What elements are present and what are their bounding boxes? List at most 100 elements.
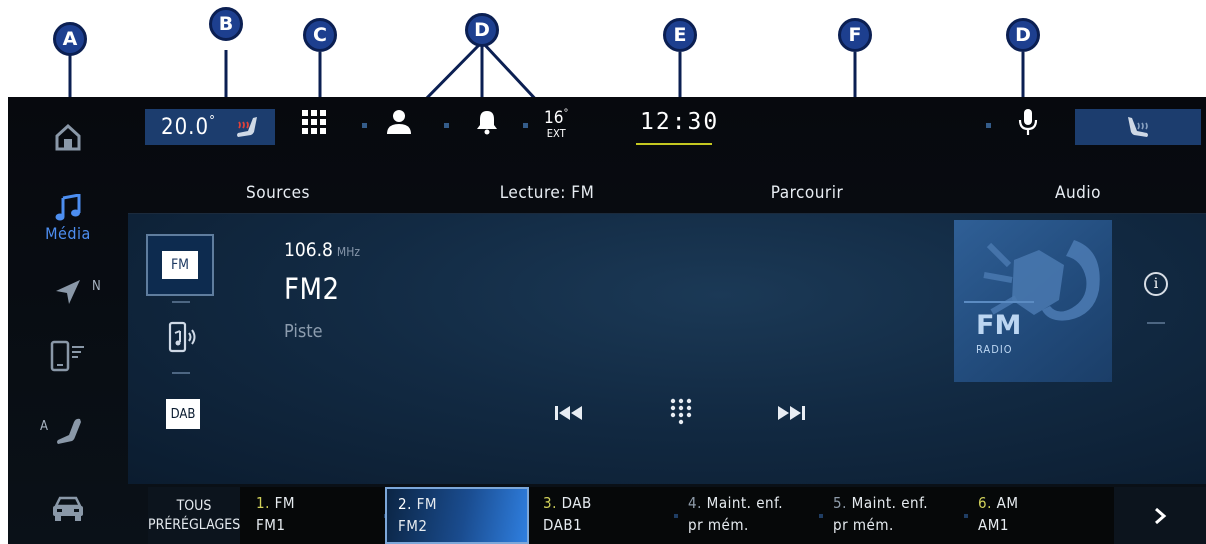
skip-next-icon	[778, 406, 805, 420]
tab-lecture-fm[interactable]: Lecture: FM	[483, 183, 611, 203]
preset-name: pr mém.	[688, 515, 749, 534]
skip-previous-icon	[555, 406, 582, 420]
station-name: FM2	[284, 272, 340, 306]
heated-seat-icon	[236, 117, 257, 137]
music-note-icon	[55, 193, 81, 220]
preset-5[interactable]: 5. Maint. enf. pr mém.	[821, 487, 965, 544]
apps-grid-button[interactable]	[302, 110, 326, 138]
presets-bar: TOUS PRÉRÉGLAGES 1. FM FM1 2. FM FM2 3. …	[148, 487, 1206, 544]
climate-temperature-button[interactable]: 20.0 °	[145, 109, 275, 145]
preset-number: 6.	[978, 494, 992, 512]
artwork-title: FM	[976, 310, 1022, 341]
artwork-subtitle: RADIO	[976, 343, 1013, 356]
navigation-north-label: N	[92, 279, 101, 294]
rail-item-home[interactable]	[8, 109, 128, 165]
keypad-button[interactable]	[670, 398, 692, 430]
passenger-heated-seat-icon	[1128, 117, 1148, 137]
apps-grid-icon	[302, 110, 326, 134]
callout-marker-e: E	[663, 18, 697, 52]
drive-mode-auto-label: A	[40, 419, 48, 434]
tab-parcourir[interactable]: Parcourir	[748, 183, 866, 203]
outside-temperature-label: EXT	[546, 126, 566, 140]
phone-projection-icon	[50, 340, 84, 372]
outside-temperature-unit: °	[563, 106, 569, 119]
chevron-right-icon	[1155, 507, 1167, 524]
callout-marker-f: F	[838, 18, 872, 52]
preset-band: DAB	[561, 494, 592, 512]
source-fm-label: FM	[162, 251, 198, 279]
all-presets-line2: PRÉRÉGLAGES	[148, 516, 241, 533]
status-separator	[523, 123, 528, 128]
left-rail: Média N A	[8, 97, 128, 544]
status-separator	[986, 123, 991, 128]
user-profile-button[interactable]	[386, 109, 412, 139]
preset-name: FM2	[398, 516, 428, 535]
rail-item-media[interactable]: Média	[8, 187, 128, 249]
source-bluetooth-audio-button[interactable]	[168, 321, 198, 359]
rail-item-navigation[interactable]: N	[8, 267, 128, 317]
preset-number: 1.	[256, 494, 270, 512]
notification-bell-icon	[477, 111, 497, 135]
frequency-readout: 106.8 MHz	[284, 239, 360, 261]
presets-next-button[interactable]	[1114, 487, 1206, 544]
source-fm-button[interactable]: FM	[146, 234, 214, 296]
source-divider	[172, 301, 190, 303]
seat-adjust-icon	[57, 418, 81, 444]
preset-band: Maint. enf.	[851, 494, 929, 512]
preset-3[interactable]: 3. DAB DAB1	[531, 487, 675, 544]
preset-name: pr mém.	[833, 515, 894, 534]
preset-number: 5.	[833, 494, 847, 512]
scorpion-logo-icon	[964, 240, 1100, 321]
callout-marker-c: C	[303, 18, 337, 52]
preset-band: AM	[996, 494, 1019, 512]
outside-temperature-value: 16	[544, 107, 564, 128]
keypad-icon	[670, 398, 692, 425]
next-track-button[interactable]	[775, 404, 805, 426]
bluetooth-audio-icon	[168, 321, 196, 353]
cabin-temperature: 20.0	[161, 114, 210, 140]
tab-sources[interactable]: Sources	[228, 183, 328, 203]
outside-temperature: 16° EXT	[544, 107, 568, 139]
frequency-unit: MHz	[336, 245, 361, 259]
preset-band: Maint. enf.	[706, 494, 784, 512]
status-bar: 20.0 ° 16° EXT 12:30	[128, 97, 1206, 167]
preset-number: 4.	[688, 494, 702, 512]
preset-4[interactable]: 4. Maint. enf. pr mém.	[676, 487, 820, 544]
navigation-arrow-icon	[56, 280, 80, 304]
callout-marker-a: A	[53, 22, 87, 56]
notifications-button[interactable]	[476, 109, 498, 139]
callout-annotations: A B C D E F D	[0, 0, 1206, 97]
passenger-heated-seat-button[interactable]	[1075, 109, 1201, 145]
preset-band: FM	[274, 494, 296, 512]
rail-item-drive-mode[interactable]: A	[8, 405, 128, 459]
preset-6[interactable]: 6. AM AM1	[966, 487, 1110, 544]
clock: 12:30	[640, 109, 720, 135]
preset-name: DAB1	[543, 515, 583, 534]
preset-number: 3.	[543, 494, 557, 512]
preset-1[interactable]: 1. FM FM1	[244, 487, 388, 544]
preset-2[interactable]: 2. FM FM2	[385, 487, 529, 544]
preset-name: FM1	[256, 515, 286, 534]
all-presets-line1: TOUS	[176, 497, 212, 514]
callout-marker-d: D	[465, 13, 499, 47]
home-icon	[55, 123, 81, 151]
source-dab-button[interactable]: DAB	[166, 399, 200, 429]
status-separator	[444, 123, 449, 128]
voice-assistant-button[interactable]	[1018, 108, 1038, 140]
rail-item-vehicle[interactable]	[8, 481, 128, 537]
all-presets-button[interactable]: TOUS PRÉRÉGLAGES	[148, 487, 240, 544]
previous-button[interactable]	[555, 404, 585, 426]
source-divider	[172, 372, 190, 374]
rail-item-phone[interactable]	[8, 329, 128, 383]
track-title: Piste	[284, 321, 323, 342]
cabin-temperature-unit: °	[209, 113, 215, 129]
frequency-value: 106.8	[284, 239, 333, 261]
clock-underline	[636, 143, 712, 145]
tab-audio[interactable]: Audio	[1038, 183, 1118, 203]
preset-number: 2.	[398, 495, 412, 513]
info-button[interactable]: i	[1144, 272, 1168, 296]
callout-marker-d-2: D	[1006, 18, 1040, 52]
callout-marker-b: B	[209, 7, 243, 41]
station-artwork: FM RADIO	[954, 220, 1112, 382]
microphone-icon	[1018, 109, 1038, 135]
